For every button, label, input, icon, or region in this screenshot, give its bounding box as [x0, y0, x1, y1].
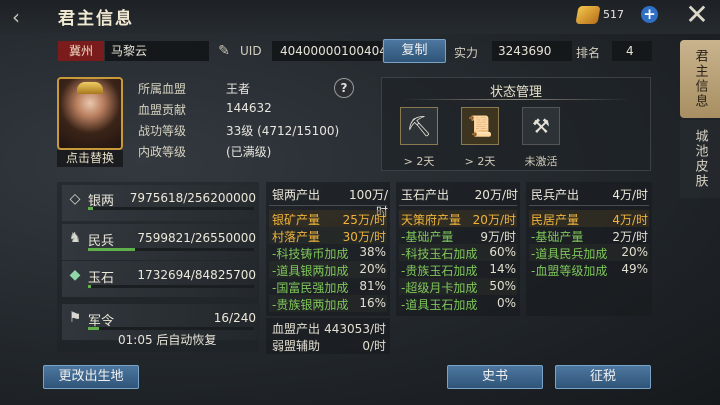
jade-row-value: 14% [489, 262, 516, 276]
region-badge: 冀州 [58, 41, 104, 61]
avatar[interactable] [57, 77, 123, 150]
lord-name: 马黎云 [105, 41, 209, 61]
contribution-value: 144632 [226, 101, 272, 115]
militia-row-value: 20% [621, 245, 648, 259]
history-button[interactable]: 史书 [447, 365, 543, 389]
jade-icon: ◆ [69, 267, 81, 283]
help-icon[interactable]: ? [334, 78, 354, 98]
merit-level-value: 33级 (4712/15100) [226, 124, 340, 138]
power-label: 实力 [454, 46, 479, 60]
resource-bar [88, 207, 254, 210]
resource-name: 玉石 [88, 271, 115, 286]
silver-row-value: 81% [359, 279, 386, 293]
divider [399, 205, 517, 206]
status-title: 状态管理 [489, 85, 542, 100]
jade-output-head: 玉石产出 [401, 188, 450, 202]
militia-output-total: 4万/时 [612, 188, 648, 202]
resource-value: 16/240 [213, 311, 256, 325]
silver-row-value: 30万/时 [342, 230, 386, 244]
resource-bar [88, 327, 254, 330]
tab-lord-info-label: 君主信息 [692, 49, 708, 109]
anvil-icon[interactable]: ⚒ [522, 107, 560, 145]
close-icon[interactable]: ✕ [684, 1, 710, 30]
resource-name: 民兵 [88, 234, 115, 249]
silver-row-value: 16% [359, 296, 386, 310]
militia-row-label: 民居产量 [531, 213, 580, 227]
rank-value: 4 [612, 41, 652, 61]
alliance-output-value: 443053/时 [324, 322, 386, 336]
edit-name-icon[interactable]: ✎ [213, 41, 235, 61]
power-value: 3243690 [492, 41, 572, 61]
replace-avatar-button[interactable]: 点击替换 [57, 150, 123, 167]
uid-value: 40400000100404 [272, 41, 387, 61]
domestic-level-label: 内政等级 [138, 145, 187, 159]
add-gold-button[interactable]: + [641, 6, 658, 23]
silver-row-value: 25万/时 [342, 213, 386, 227]
rank-label: 排名 [576, 46, 601, 60]
silver-row-label: 银矿产量 [272, 213, 321, 227]
jade-row-label: -基础产量 [401, 230, 454, 244]
resource-value: 1732694/84825700 [137, 268, 256, 282]
tab-lord-info[interactable]: 君主信息 [680, 40, 720, 118]
status-label-1: > 2天 [403, 155, 435, 168]
militia-row-value: 49% [621, 262, 648, 276]
resource-bar-fill [88, 285, 92, 288]
divider [269, 205, 387, 206]
soldier-icon: ♞ [68, 230, 82, 246]
page-title: 君主信息 [58, 9, 134, 29]
jade-row-value: 60% [489, 245, 516, 259]
copy-uid-button[interactable]: 复制 [383, 39, 446, 63]
status-divider [401, 99, 631, 100]
change-birthplace-button[interactable]: 更改出生地 [43, 365, 139, 389]
silver-output-head: 银两产出 [272, 188, 321, 202]
recover-timer: 01:05 后自动恢复 [118, 333, 217, 347]
jade-row-value: 9万/时 [480, 230, 516, 244]
merit-level-label: 战功等级 [138, 124, 187, 138]
weak-alliance-label: 弱盟辅助 [272, 339, 321, 353]
token-icon: ⚑ [68, 310, 82, 326]
gold-ingot-icon [575, 6, 601, 24]
gold-amount: 517 [603, 8, 624, 21]
silver-row-value: 20% [359, 262, 386, 276]
resource-bar-fill [88, 248, 136, 251]
scroll-icon[interactable]: 📜 [461, 107, 499, 145]
militia-row-value: 4万/时 [612, 213, 648, 227]
crown-icon [77, 82, 103, 94]
tab-city-skin[interactable]: 城池皮肤 [680, 120, 720, 198]
jade-row-value: 0% [496, 296, 516, 310]
resource-bar-fill [88, 327, 100, 330]
alliance-value: 王者 [226, 82, 251, 96]
uid-label: UID [240, 44, 262, 58]
back-arrow-icon[interactable]: ‹ [12, 6, 40, 28]
alliance-label: 所属血盟 [138, 82, 187, 96]
status-label-2: > 2天 [464, 155, 496, 168]
silver-row-label: 村落产量 [272, 230, 321, 244]
jade-row-value: 20万/时 [472, 213, 516, 227]
silver-row-value: 38% [359, 245, 386, 259]
jade-row-label: 天策府产量 [401, 213, 462, 227]
resource-value: 7599821/26550000 [137, 231, 256, 245]
pickaxe-icon[interactable]: ⛏ [400, 107, 438, 145]
weak-alliance-value: 0/时 [362, 339, 386, 353]
militia-output-head: 民兵产出 [531, 188, 580, 202]
contribution-label: 血盟贡献 [138, 103, 187, 117]
silver-icon: ◇ [69, 191, 81, 207]
resource-bar [88, 285, 254, 288]
resource-value: 7975618/256200000 [129, 191, 256, 205]
domestic-level-value: (已满级) [226, 145, 272, 159]
resource-bar-fill [88, 207, 94, 210]
militia-row-value: 2万/时 [612, 230, 648, 244]
jade-output-total: 20万/时 [474, 188, 518, 202]
jade-row-value: 50% [489, 279, 516, 293]
militia-row-label: -基础产量 [531, 230, 584, 244]
divider [529, 205, 649, 206]
tab-city-skin-label: 城池皮肤 [692, 129, 708, 189]
alliance-output-label: 血盟产出 [272, 322, 321, 336]
status-label-3: 未激活 [524, 155, 558, 168]
collect-tax-button[interactable]: 征税 [555, 365, 651, 389]
resource-bar [88, 248, 254, 251]
